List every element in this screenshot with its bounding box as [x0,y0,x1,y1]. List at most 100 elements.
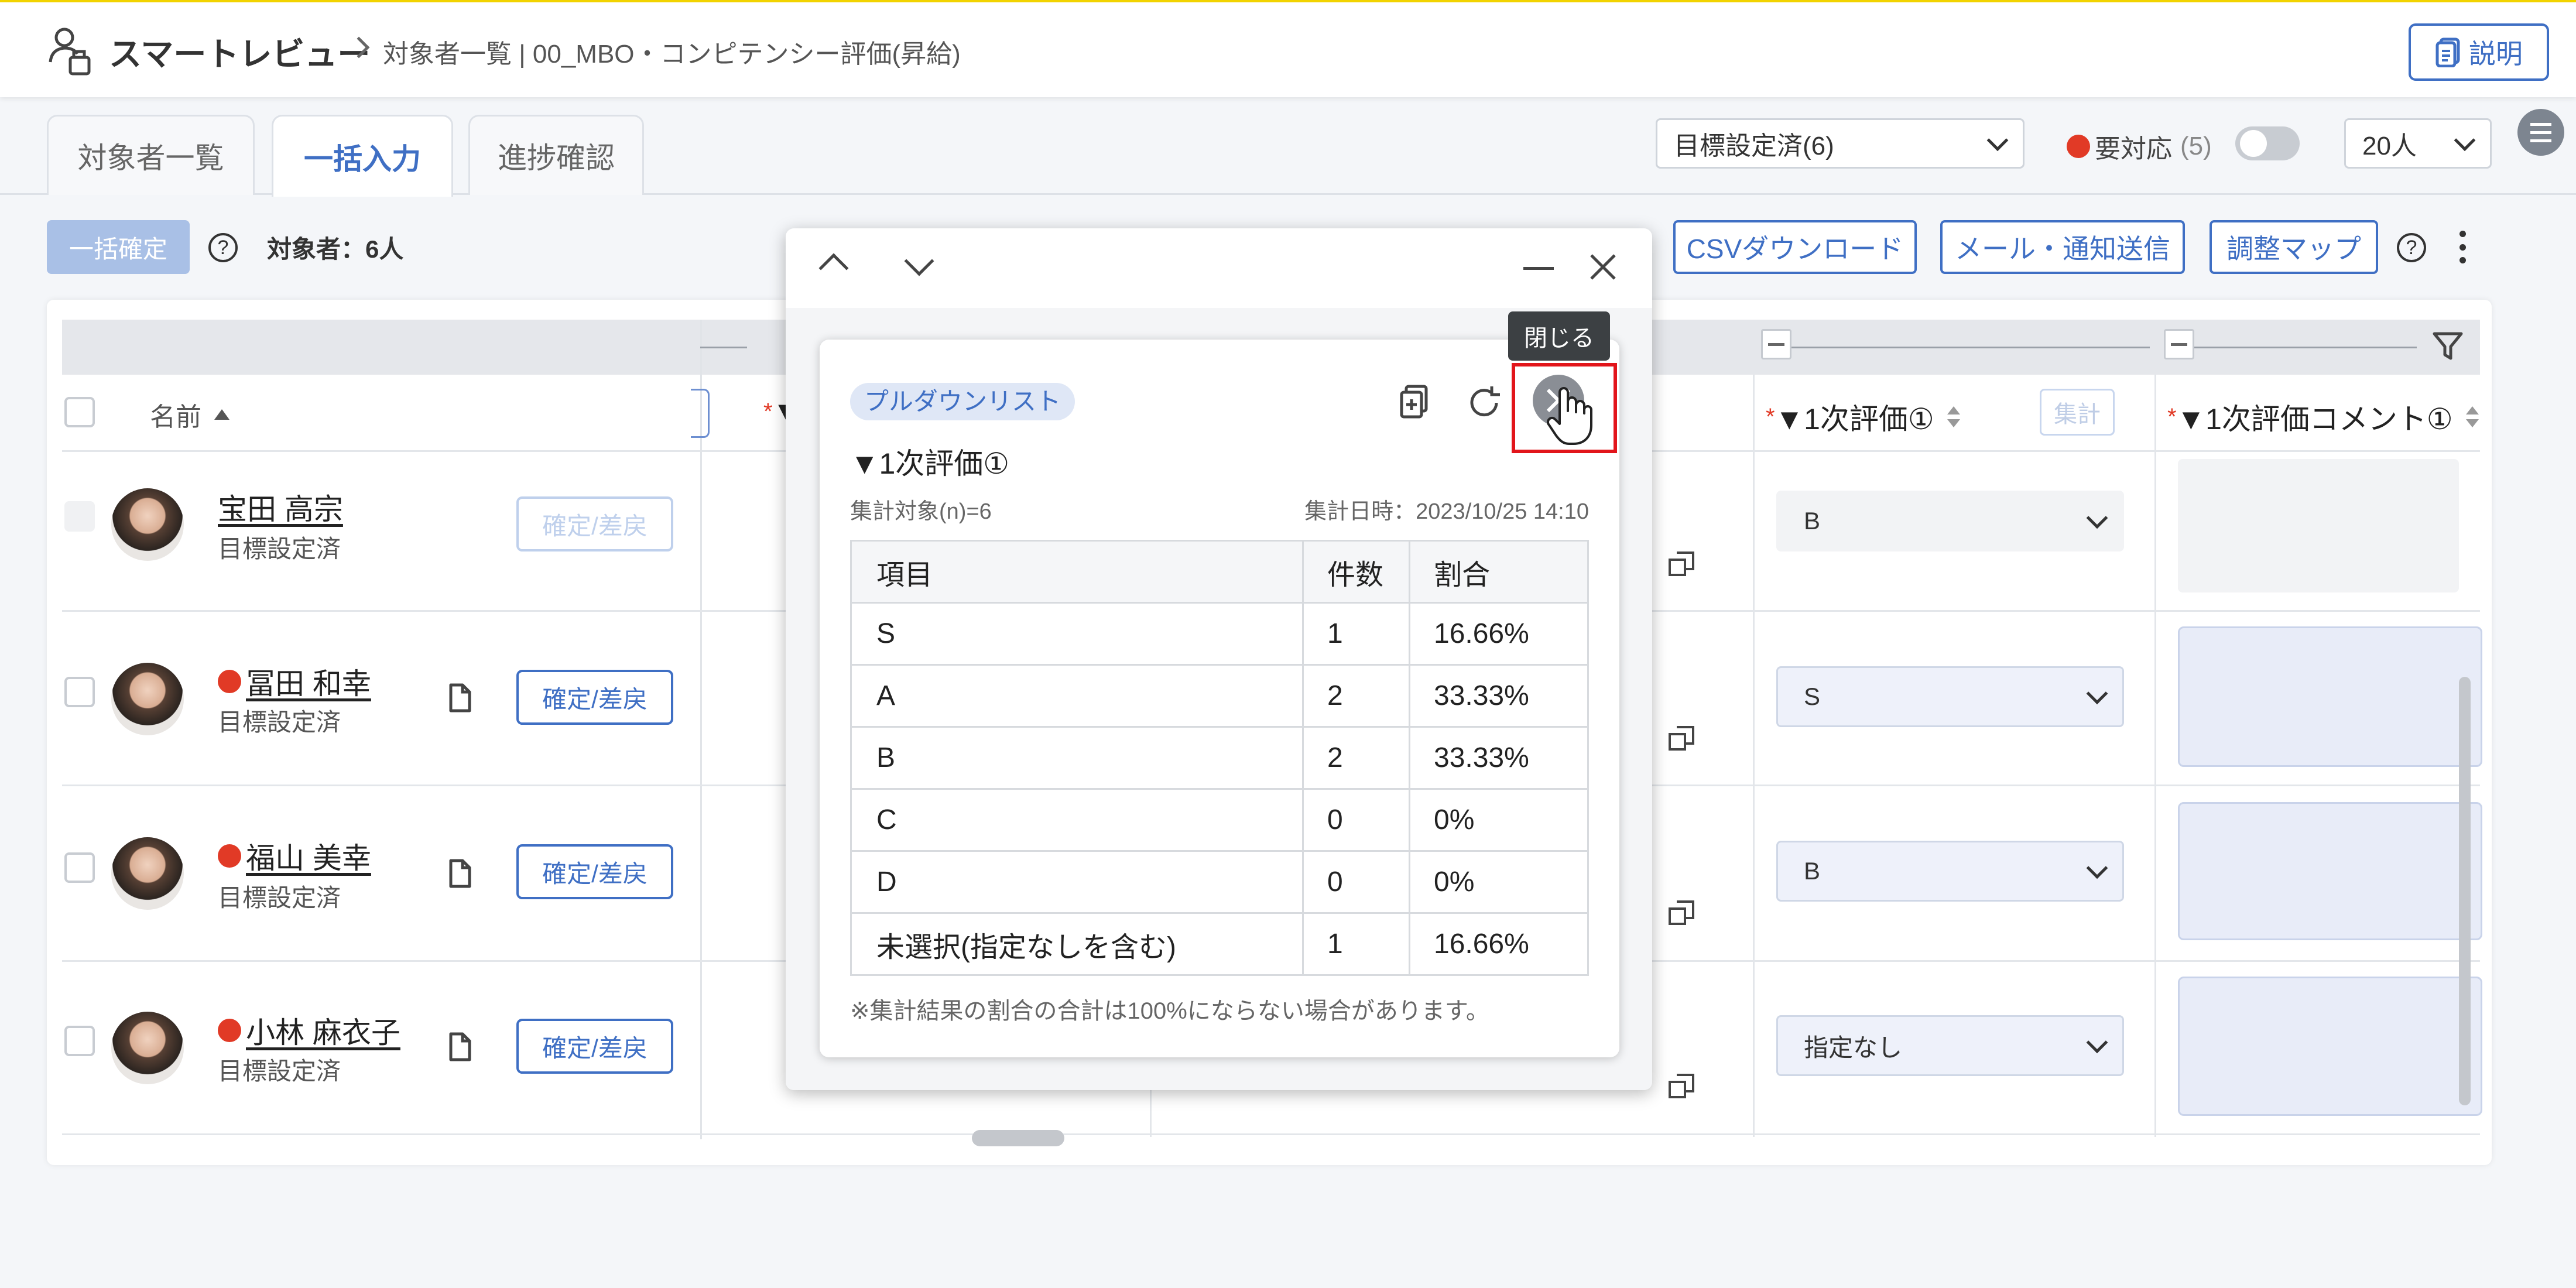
expand-window-icon[interactable] [1667,1073,1695,1101]
chevron-down-icon [1986,129,2009,152]
csv-download-button[interactable]: CSVダウンロード [1673,220,1917,274]
app-title[interactable]: スマートレビュー [109,28,370,76]
tab-target-list[interactable]: 対象者一覧 [47,115,255,195]
more-vertical-icon[interactable] [2457,231,2468,263]
first-eval-select[interactable]: B [1776,841,2124,902]
help-button[interactable]: 説明 [2409,23,2549,81]
file-icon[interactable] [447,1032,473,1062]
employee-name-row: 福山 美幸 [218,835,371,877]
attention-dot-icon [218,1019,241,1042]
required-mark: * [2167,403,2177,430]
avatar [111,663,184,735]
menu-icon [2530,122,2551,126]
attention-label: 要対応 [2095,135,2172,163]
chevron-down-icon [2086,857,2108,879]
group-line [700,347,747,348]
horizontal-scrollbar[interactable] [972,1130,1064,1146]
table-row: B 2 33.33% [850,726,1589,790]
row-item: S [850,602,1304,666]
header-count: 件数 [1302,540,1410,604]
page-size-select[interactable]: 20人 [2344,118,2492,169]
help-circle-icon[interactable]: ? [208,233,238,262]
first-eval-select[interactable]: B [1776,491,2124,551]
first-eval-select[interactable]: 指定なし [1776,1015,2124,1076]
popup-close-icon[interactable] [1588,252,1618,282]
employee-name-link[interactable]: 福山 美幸 [246,835,371,877]
column-divider [1753,375,1755,1137]
first-eval-select[interactable]: S [1776,666,2124,727]
row-ratio: 33.33% [1409,664,1589,728]
expand-window-icon[interactable] [1667,725,1695,753]
aggregate-count-label: 集計対象(n)=6 [850,499,992,524]
comment-textarea[interactable] [2178,626,2482,767]
collapse-icon[interactable] [1761,329,1791,359]
attention-dot-icon [218,670,241,693]
sort-icon [1947,406,1960,427]
attention-filter: 要対応 (5) [2067,128,2212,165]
select-all-checkbox[interactable] [64,397,95,427]
file-icon[interactable] [447,858,473,889]
first-eval-comment-column-header[interactable]: * ▼1次評価コメント① [2167,396,2481,438]
file-icon[interactable] [447,683,473,713]
close-highlight-box [1512,363,1617,453]
aggregate-button[interactable]: 集計 [2040,389,2115,436]
required-mark: * [763,399,773,424]
group-line [2194,347,2417,348]
name-column-header[interactable]: 名前 [150,396,229,433]
employee-name-link[interactable]: 宝田 高宗 [218,486,343,528]
confirm-return-button[interactable]: 確定/差戻 [516,496,673,551]
chevron-down-icon [2454,129,2476,152]
tab-bulk-input[interactable]: 一括入力 [272,115,453,197]
target-count: 対象者：6人 [267,235,404,263]
aggregate-date-label: 集計日時：2023/10/25 14:10 [1304,499,1589,524]
comment-textarea[interactable] [2178,977,2482,1116]
mail-notify-button[interactable]: メール・通知送信 [1940,220,2185,274]
refresh-icon[interactable] [1465,383,1503,422]
comment-header-label: ▼1次評価コメント① [2176,403,2453,436]
table-row: A 2 33.33% [850,664,1589,728]
attention-dot-icon [2067,135,2090,158]
first-eval-value: S [1804,683,1821,710]
frozen-column-divider [700,320,702,1139]
side-menu-button[interactable] [2517,109,2564,156]
row-ratio: 16.66% [1409,912,1589,976]
table-row: C 0 0% [850,788,1589,852]
employee-status: 目標設定済 [218,884,341,912]
vertical-scrollbar[interactable] [2459,677,2471,1105]
row-checkbox[interactable] [64,677,95,707]
help-circle-icon[interactable]: ? [2397,233,2426,262]
collapse-icon[interactable] [2164,329,2194,359]
bulk-confirm-button[interactable]: 一括確定 [47,220,190,274]
employee-name-row: 小林 麻衣子 [218,1009,400,1051]
document-icon [2435,37,2460,67]
row-count: 1 [1302,912,1410,976]
row-count: 0 [1302,850,1410,914]
popup-minimize-button[interactable] [1523,267,1554,270]
first-eval-column-header[interactable]: * ▼1次評価① [1766,396,1962,438]
chevron-down-icon [2086,507,2108,529]
confirm-return-button[interactable]: 確定/差戻 [516,844,673,899]
confirm-return-button[interactable]: 確定/差戻 [516,1019,673,1074]
expand-window-icon[interactable] [1667,550,1695,578]
row-ratio: 16.66% [1409,602,1589,666]
header-edge-button [691,389,710,438]
attention-toggle[interactable] [2235,126,2300,160]
pulldown-tag: プルダウンリスト [850,383,1075,420]
employee-name-link[interactable]: 冨田 和幸 [246,660,371,703]
confirm-return-button[interactable]: 確定/差戻 [516,670,673,725]
expand-window-icon[interactable] [1667,899,1695,927]
employee-name-link[interactable]: 小林 麻衣子 [246,1009,400,1051]
row-checkbox[interactable] [64,1026,95,1056]
name-header-label: 名前 [150,403,201,431]
avatar [111,1012,184,1084]
tab-progress[interactable]: 進捗確認 [468,115,644,195]
adjust-map-button[interactable]: 調整マップ [2210,220,2378,274]
status-filter-select[interactable]: 目標設定済(6) [1656,118,2025,169]
filter-icon[interactable] [2430,328,2466,364]
employee-status: 目標設定済 [218,708,341,736]
row-checkbox[interactable] [64,852,95,883]
comment-textarea[interactable] [2178,802,2482,940]
copy-icon[interactable] [1398,384,1431,420]
row-checkbox[interactable] [64,501,95,532]
panel-title: ▼1次評価① [850,447,1010,480]
